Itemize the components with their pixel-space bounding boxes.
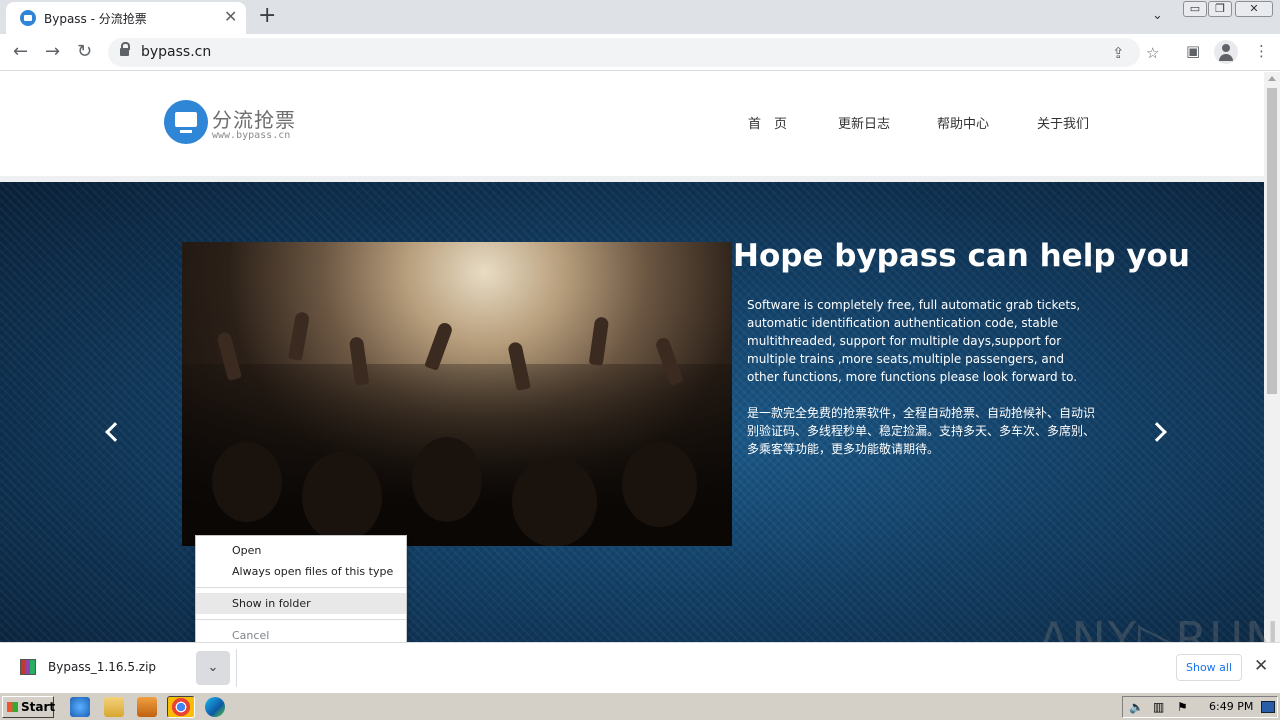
minimize-button[interactable]: ▭ xyxy=(1183,1,1207,17)
zip-file-icon[interactable] xyxy=(20,659,36,675)
download-shelf: Bypass_1.16.5.zip ⌄ Show all ✕ xyxy=(0,642,1280,692)
download-options-chevron-icon[interactable]: ⌄ xyxy=(196,651,230,685)
download-file-name[interactable]: Bypass_1.16.5.zip xyxy=(48,660,156,674)
url-text: bypass.cn xyxy=(141,44,212,60)
tab-strip: Bypass - 分流抢票 ✕ + ⌄ ▭ ❐ ✕ xyxy=(0,0,1280,34)
favicon-icon xyxy=(20,10,36,26)
maximize-button[interactable]: ❐ xyxy=(1208,1,1232,17)
carousel-next-icon[interactable] xyxy=(1147,422,1167,442)
nav-changelog[interactable]: 更新日志 xyxy=(838,113,890,132)
media-player-icon[interactable] xyxy=(137,697,157,717)
windows-taskbar: Start 🔈 ▥ ⚑ 6:49 PM xyxy=(0,692,1280,720)
menu-item-open[interactable]: Open xyxy=(196,540,406,561)
start-button[interactable]: Start xyxy=(2,696,55,718)
hero-description-zh: 是一款完全免费的抢票软件，全程自动抢票、自动抢候补、自动识别验证码、多线程秒单、… xyxy=(747,406,1096,456)
profile-avatar-icon[interactable] xyxy=(1214,40,1238,64)
reload-icon[interactable]: ↻ xyxy=(77,41,92,63)
new-tab-button[interactable]: + xyxy=(258,3,276,29)
scroll-up-icon[interactable] xyxy=(1268,76,1276,81)
web-page: 分流抢票 www.bypass.cn 首 页 更新日志 帮助中心 关于我们 Ho… xyxy=(0,72,1264,642)
lock-icon[interactable] xyxy=(120,42,130,57)
back-icon[interactable]: ← xyxy=(13,41,28,63)
hero-carousel: Hope bypass can help you Software is com… xyxy=(0,176,1264,642)
hero-title: Hope bypass can help you xyxy=(733,238,1190,274)
browser-tab[interactable]: Bypass - 分流抢票 ✕ xyxy=(6,2,246,34)
tab-close-icon[interactable]: ✕ xyxy=(224,8,237,26)
tab-title: Bypass - 分流抢票 xyxy=(44,12,147,26)
system-tray: 🔈 ▥ ⚑ 6:49 PM xyxy=(1122,696,1278,718)
menu-item-always-open[interactable]: Always open files of this type xyxy=(196,561,406,582)
show-desktop-icon[interactable] xyxy=(1261,701,1275,713)
address-bar[interactable]: bypass.cn ⇪ ☆ xyxy=(108,38,1159,67)
bookmark-star-icon[interactable]: ☆ xyxy=(1146,44,1159,62)
nav-help-center[interactable]: 帮助中心 xyxy=(937,113,989,132)
site-logo-domain: www.bypass.cn xyxy=(212,130,291,141)
ie-icon[interactable] xyxy=(70,697,90,717)
edge-icon[interactable] xyxy=(205,697,225,717)
site-logo-icon[interactable] xyxy=(164,100,208,144)
forward-icon[interactable]: → xyxy=(45,41,60,63)
menu-item-show-in-folder[interactable]: Show in folder xyxy=(196,593,406,614)
explorer-icon[interactable] xyxy=(104,697,124,717)
nav-about-us[interactable]: 关于我们 xyxy=(1037,113,1089,132)
browser-toolbar: ← → ↻ bypass.cn ⇪ ☆ ▣ ⋮ xyxy=(0,34,1280,71)
side-panel-icon[interactable]: ▣ xyxy=(1186,42,1200,60)
chrome-icon[interactable] xyxy=(167,696,195,718)
nav-home[interactable]: 首 页 xyxy=(748,113,787,132)
tab-search-icon[interactable]: ⌄ xyxy=(1152,8,1163,23)
hero-description-en: Software is completely free, full automa… xyxy=(747,298,1081,384)
carousel-prev-icon[interactable] xyxy=(105,422,125,442)
volume-icon[interactable]: 🔈 xyxy=(1129,700,1144,714)
show-all-button[interactable]: Show all xyxy=(1176,654,1242,681)
share-icon[interactable]: ⇪ xyxy=(1112,44,1125,62)
shelf-close-icon[interactable]: ✕ xyxy=(1254,656,1268,676)
page-scrollbar[interactable] xyxy=(1264,72,1280,642)
menu-kebab-icon[interactable]: ⋮ xyxy=(1254,42,1269,60)
concert-crowd-image xyxy=(182,242,732,546)
download-context-menu: Open Always open files of this type Show… xyxy=(195,535,407,649)
action-center-flag-icon[interactable]: ⚑ xyxy=(1177,700,1188,714)
window-close-button[interactable]: ✕ xyxy=(1235,1,1273,17)
site-logo-name[interactable]: 分流抢票 xyxy=(212,104,296,133)
network-icon[interactable]: ▥ xyxy=(1153,700,1164,714)
taskbar-clock[interactable]: 6:49 PM xyxy=(1209,700,1253,713)
scrollbar-thumb[interactable] xyxy=(1267,88,1277,394)
